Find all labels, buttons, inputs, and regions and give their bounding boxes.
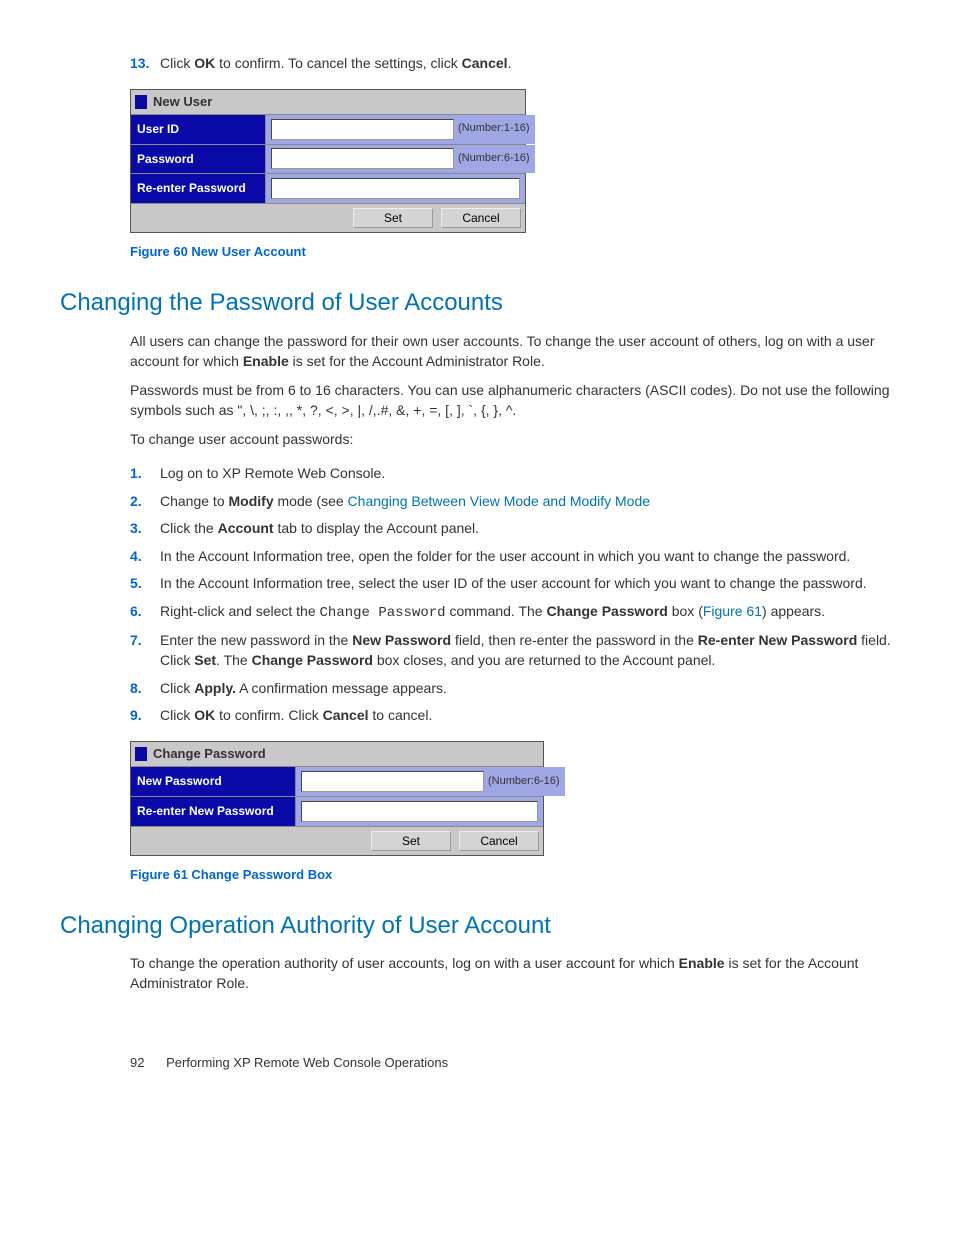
new-user-dialog: New User User ID (Number:1-16) Password … xyxy=(130,89,526,234)
user-id-hint: (Number:1-16) xyxy=(454,121,530,136)
page-number: 92 xyxy=(130,1055,144,1070)
step-8: Click Apply. A confirmation message appe… xyxy=(130,679,894,699)
set-button[interactable]: Set xyxy=(371,831,451,851)
new-password-label: New Password xyxy=(131,767,296,796)
paragraph-authority: To change the operation authority of use… xyxy=(130,954,894,993)
cancel-button[interactable]: Cancel xyxy=(459,831,539,851)
cancel-button[interactable]: Cancel xyxy=(441,208,521,228)
new-password-input[interactable] xyxy=(301,771,484,792)
step-2: Change to Modify mode (see Changing Betw… xyxy=(130,492,894,512)
heading-changing-password: Changing the Password of User Accounts xyxy=(60,286,894,320)
paragraph-pw-rules: Passwords must be from 6 to 16 character… xyxy=(130,381,894,420)
step-3: Click the Account tab to display the Acc… xyxy=(130,519,894,539)
paragraph-intro: All users can change the password for th… xyxy=(130,332,894,371)
step-13: Click OK to confirm. To cancel the setti… xyxy=(130,54,894,74)
step-list-continued: Click OK to confirm. To cancel the setti… xyxy=(130,54,894,74)
step-4: In the Account Information tree, open th… xyxy=(130,547,894,567)
step-6: Right-click and select the Change Passwo… xyxy=(130,602,894,624)
reenter-new-password-label: Re-enter New Password xyxy=(131,797,296,826)
heading-changing-authority: Changing Operation Authority of User Acc… xyxy=(60,909,894,943)
set-button[interactable]: Set xyxy=(353,208,433,228)
footer-title: Performing XP Remote Web Console Operati… xyxy=(166,1055,448,1070)
user-id-label: User ID xyxy=(131,115,266,144)
reenter-new-password-input[interactable] xyxy=(301,801,538,822)
link-figure-61[interactable]: Figure 61 xyxy=(703,603,762,619)
dialog-title: Change Password xyxy=(131,742,543,766)
password-hint: (Number:6-16) xyxy=(454,151,530,166)
user-id-input[interactable] xyxy=(271,119,454,140)
step-9: Click OK to confirm. Click Cancel to can… xyxy=(130,706,894,726)
reenter-password-label: Re-enter Password xyxy=(131,174,266,203)
dialog-title: New User xyxy=(131,90,525,114)
figure-61-caption: Figure 61 Change Password Box xyxy=(130,866,894,884)
new-password-hint: (Number:6-16) xyxy=(484,774,560,789)
paragraph-to-change: To change user account passwords: xyxy=(130,430,894,450)
change-password-dialog: Change Password New Password (Number:6-1… xyxy=(130,741,544,856)
title-bar-icon xyxy=(135,95,147,109)
link-view-modify-mode[interactable]: Changing Between View Mode and Modify Mo… xyxy=(348,493,650,509)
step-7: Enter the new password in the New Passwo… xyxy=(130,631,894,670)
figure-60-caption: Figure 60 New User Account xyxy=(130,243,894,261)
step-5: In the Account Information tree, select … xyxy=(130,574,894,594)
change-password-steps: Log on to XP Remote Web Console. Change … xyxy=(130,464,894,726)
dialog-title-text: Change Password xyxy=(153,745,266,763)
password-input[interactable] xyxy=(271,148,454,169)
title-bar-icon xyxy=(135,747,147,761)
reenter-password-input[interactable] xyxy=(271,178,520,199)
step-1: Log on to XP Remote Web Console. xyxy=(130,464,894,484)
password-label: Password xyxy=(131,145,266,174)
dialog-title-text: New User xyxy=(153,93,212,111)
page-footer: 92 Performing XP Remote Web Console Oper… xyxy=(130,1054,894,1072)
